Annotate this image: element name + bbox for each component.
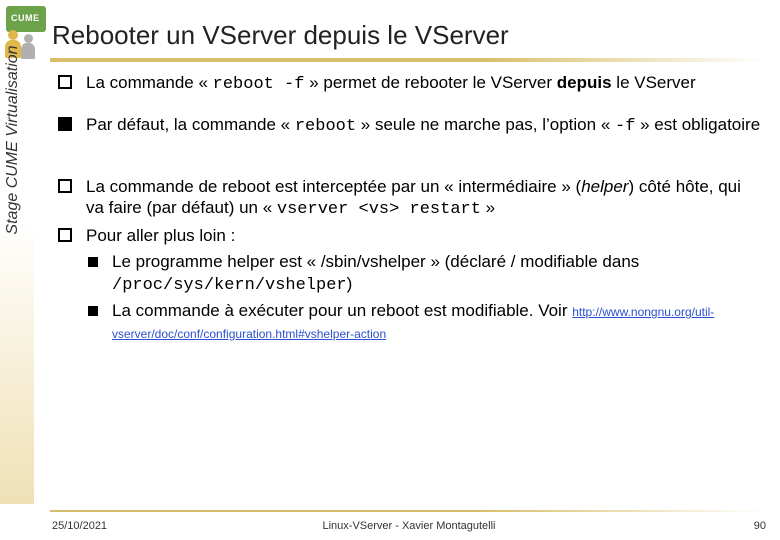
- subbullet-2: La commande à exécuter pour un reboot es…: [88, 300, 762, 344]
- bullet-marker-hollow: [58, 75, 72, 89]
- bullet-2: Par défaut, la commande « reboot » seule…: [58, 114, 762, 138]
- subbullet-marker: [88, 257, 98, 267]
- subbullet-2-text: La commande à exécuter pour un reboot es…: [112, 300, 762, 344]
- bullet-marker-hollow: [58, 228, 72, 242]
- bullet-4-text: Pour aller plus loin :: [86, 225, 762, 247]
- bullet-3-text: La commande de reboot est interceptée pa…: [86, 176, 762, 222]
- title-underline: [50, 58, 766, 62]
- bullet-marker-hollow: [58, 179, 72, 193]
- bullet-4: Pour aller plus loin :: [58, 225, 762, 247]
- slide-content: La commande « reboot -f » permet de rebo…: [58, 72, 762, 344]
- footer-center: Linux-VServer - Xavier Montagutelli: [52, 520, 766, 532]
- subbullet-1: Le programme helper est « /sbin/vshelper…: [88, 251, 762, 297]
- bullet-1-text: La commande « reboot -f » permet de rebo…: [86, 72, 762, 96]
- side-label: Stage CUME Virtualisation: [4, 10, 22, 270]
- footer-page-number: 90: [754, 520, 766, 532]
- bullet-marker-filled: [58, 117, 72, 131]
- subbullet-marker: [88, 306, 98, 316]
- bullet-1: La commande « reboot -f » permet de rebo…: [58, 72, 762, 96]
- slide-title: Rebooter un VServer depuis le VServer: [52, 20, 509, 51]
- bullet-3: La commande de reboot est interceptée pa…: [58, 176, 762, 222]
- footer-divider: [50, 510, 766, 512]
- bullet-2-text: Par défaut, la commande « reboot » seule…: [86, 114, 762, 138]
- subbullet-1-text: Le programme helper est « /sbin/vshelper…: [112, 251, 762, 297]
